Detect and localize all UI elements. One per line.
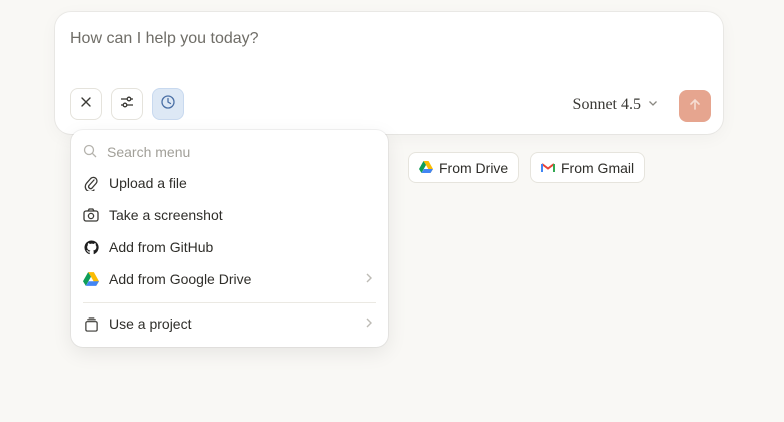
- menu-item-use-project[interactable]: Use a project: [71, 309, 388, 339]
- search-icon: [83, 144, 97, 161]
- menu-item-label: Add from Google Drive: [109, 271, 252, 287]
- arrow-up-icon: [688, 97, 702, 116]
- clock-icon: [160, 94, 176, 115]
- chevron-down-icon: [647, 96, 659, 114]
- github-icon: [83, 239, 99, 255]
- chat-composer: How can I help you today? Sonnet 4.5: [55, 12, 723, 134]
- paperclip-icon: [83, 175, 99, 191]
- gmail-icon: [541, 160, 555, 176]
- menu-divider: [83, 302, 376, 303]
- menu-search[interactable]: Search menu: [83, 142, 190, 162]
- google-drive-icon: [83, 271, 99, 287]
- menu-item-add-google-drive[interactable]: Add from Google Drive: [71, 264, 388, 294]
- chevron-right-icon: [364, 272, 374, 287]
- close-button[interactable]: [70, 88, 102, 120]
- menu-item-label: Add from GitHub: [109, 239, 214, 255]
- from-gmail-chip[interactable]: From Gmail: [530, 152, 646, 183]
- project-icon: [83, 316, 99, 332]
- menu-item-label: Use a project: [109, 316, 192, 332]
- chevron-right-icon: [364, 317, 374, 332]
- from-gmail-label: From Gmail: [561, 159, 635, 176]
- menu-item-add-github[interactable]: Add from GitHub: [71, 232, 388, 262]
- sliders-icon: [119, 94, 135, 115]
- from-drive-chip[interactable]: From Drive: [408, 152, 520, 183]
- camera-icon: [83, 207, 99, 223]
- close-icon: [80, 95, 92, 113]
- history-button[interactable]: [152, 88, 184, 120]
- from-drive-label: From Drive: [439, 159, 509, 176]
- send-button[interactable]: [679, 90, 711, 122]
- settings-button[interactable]: [111, 88, 143, 120]
- menu-item-label: Take a screenshot: [109, 207, 223, 223]
- menu-item-upload-file[interactable]: Upload a file: [71, 168, 388, 198]
- attach-menu: Search menu Upload a file Take a screens…: [71, 130, 388, 347]
- google-drive-icon: [419, 160, 433, 176]
- menu-item-label: Upload a file: [109, 175, 187, 191]
- menu-item-take-screenshot[interactable]: Take a screenshot: [71, 200, 388, 230]
- model-selector[interactable]: Sonnet 4.5: [573, 96, 659, 114]
- search-placeholder: Search menu: [107, 144, 191, 160]
- prompt-input[interactable]: How can I help you today?: [70, 30, 259, 48]
- model-label: Sonnet 4.5: [572, 96, 641, 113]
